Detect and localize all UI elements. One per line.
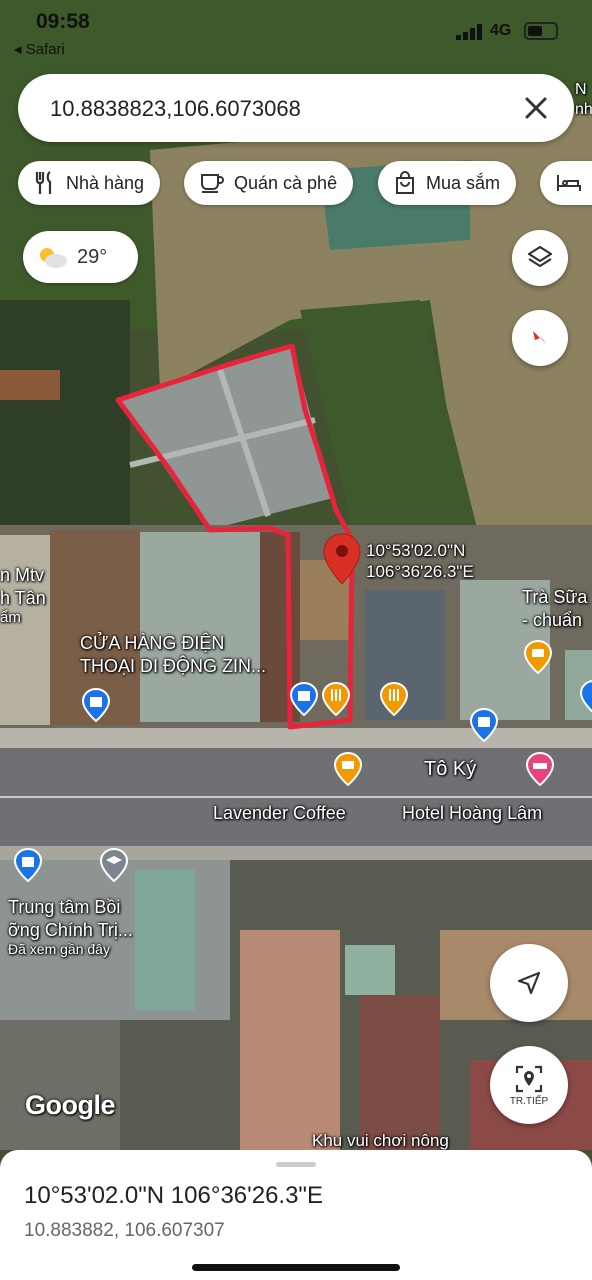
shopping-bag-icon: [396, 171, 414, 194]
close-icon[interactable]: [518, 90, 554, 126]
status-time: 09:58: [36, 10, 90, 33]
label-to-ky[interactable]: Tô Ký: [424, 757, 476, 782]
label-hotel-hoang-lam[interactable]: Hotel Hoàng Lâm: [402, 802, 542, 825]
search-query-text[interactable]: 10.8838823,106.6073068: [50, 96, 301, 122]
pin-coordinates-label: 10°53'02.0"N 106°36'26.3"E: [366, 540, 474, 583]
fork-knife-icon: [35, 171, 52, 194]
weather-badge[interactable]: 29°: [23, 231, 138, 283]
chip-label: Mua sắm: [426, 172, 501, 193]
label-lavender-coffee[interactable]: Lavender Coffee: [213, 802, 346, 825]
search-bar[interactable]: 10.8838823,106.6073068: [18, 74, 574, 142]
label-park[interactable]: Khu vui chơi nông: [312, 1130, 449, 1151]
compass-icon: [533, 331, 547, 345]
shopping-poi-icon[interactable]: [82, 688, 110, 722]
my-location-button[interactable]: [490, 944, 568, 1022]
signal-bars-icon: [456, 24, 482, 40]
chip-shopping[interactable]: Mua sắm: [378, 161, 517, 205]
shopping-poi-icon[interactable]: [580, 680, 592, 714]
pin-lng-text: 106°36'26.3"E: [366, 562, 474, 582]
chip-label: Nhà hàng: [66, 172, 145, 193]
sheet-drag-handle[interactable]: [276, 1162, 316, 1167]
coordinates-decimal: 10.883882, 106.607307: [24, 1220, 225, 1241]
coffee-poi-icon[interactable]: [334, 752, 362, 786]
coffee-poi-icon[interactable]: [524, 640, 552, 674]
scan-pin-icon: [515, 1065, 543, 1092]
school-poi-icon[interactable]: [100, 848, 128, 882]
temperature-text: 29°: [77, 245, 108, 268]
bed-icon: [556, 175, 581, 191]
label-tea-shop[interactable]: Trà Sữa - chuẩn: [522, 586, 587, 631]
chip-restaurants[interactable]: Nhà hàng: [18, 161, 161, 205]
home-indicator: [192, 1264, 400, 1271]
shopping-poi-icon[interactable]: [290, 682, 318, 716]
pin-lat-text: 10°53'02.0"N: [366, 541, 466, 560]
restaurant-poi-icon[interactable]: [380, 682, 408, 716]
chip-coffee[interactable]: Quán cà phê: [184, 161, 354, 205]
label-left-business[interactable]: n Mtv h Tân ẩm: [0, 564, 46, 628]
layers-button[interactable]: [512, 230, 568, 286]
directions-button[interactable]: TR.TIẾP: [490, 1046, 568, 1124]
compass-button[interactable]: [512, 310, 568, 366]
restaurant-poi-icon[interactable]: [322, 682, 350, 716]
coordinates-dms: 10°53'02.0"N 106°36'26.3"E: [24, 1182, 323, 1209]
label-phone-store[interactable]: CỬA HÀNG ĐIỆN THOẠI DI ĐỘNG ZIN...: [80, 632, 266, 677]
chip-label: Quán cà phê: [234, 172, 338, 193]
navigation-arrow-icon: [517, 971, 541, 995]
status-bar: 09:58 ◂ Safari 4G: [0, 0, 592, 62]
layers-icon: [527, 245, 553, 268]
shopping-poi-icon[interactable]: [470, 708, 498, 742]
partly-sunny-icon: [40, 248, 67, 268]
network-type: 4G: [490, 22, 512, 39]
battery-icon: [524, 22, 558, 40]
chip-hotels[interactable]: K: [540, 161, 592, 205]
bottom-sheet[interactable]: 10°53'02.0"N 106°36'26.3"E 10.883882, 10…: [0, 1150, 592, 1280]
visited-note: Đã xem gần đây: [8, 941, 110, 957]
hotel-poi-icon[interactable]: [526, 752, 554, 786]
google-logo: Google: [25, 1090, 116, 1120]
label-top-right: Nnh: [575, 81, 592, 118]
location-pin-icon[interactable]: [322, 532, 362, 586]
coffee-cup-icon: [201, 174, 224, 193]
directions-label: TR.TIẾP: [509, 1095, 549, 1107]
label-training-center[interactable]: Trung tâm Bồi ỡng Chính Trị... Đã xem gần…: [8, 896, 133, 959]
shopping-poi-icon[interactable]: [14, 848, 42, 882]
back-to-safari-link[interactable]: ◂ Safari: [14, 40, 65, 58]
